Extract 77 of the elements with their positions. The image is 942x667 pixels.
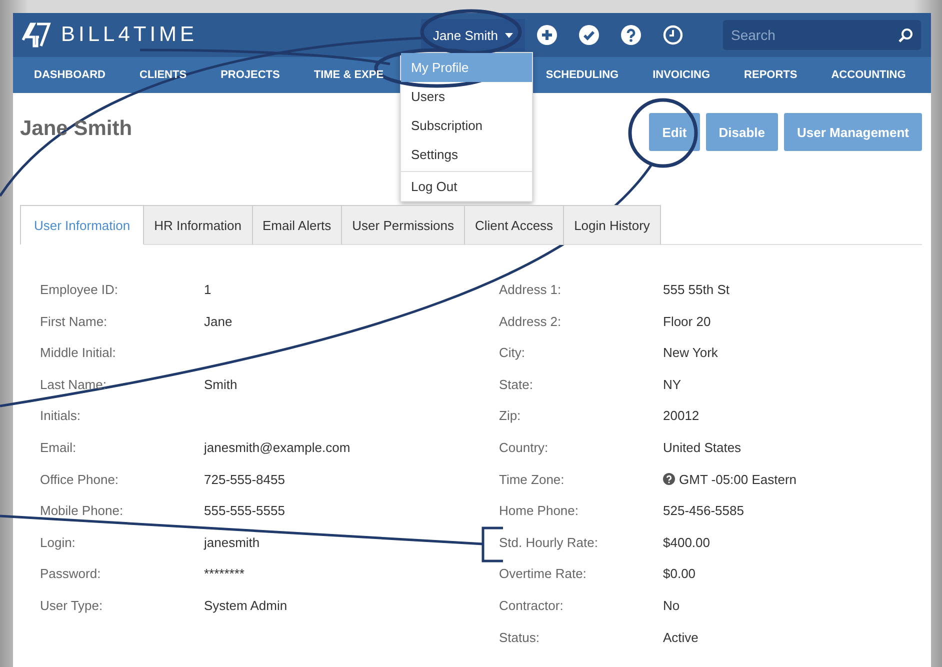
nav-link[interactable]: SCHEDULING	[546, 69, 619, 81]
field-label: Initials:	[40, 408, 80, 424]
field-label: Home Phone:	[499, 503, 578, 518]
field-label: Email:	[40, 440, 76, 455]
nav-link[interactable]: TIME & EXPE	[314, 69, 384, 81]
field-value: 555 55th St	[663, 282, 730, 297]
field-label: Time Zone:	[499, 472, 564, 487]
field-value: New York	[663, 345, 718, 360]
field-value: Jane	[204, 314, 232, 329]
search-icon	[898, 28, 913, 43]
tab[interactable]: User Permissions	[342, 205, 466, 245]
field-value: $0.00	[663, 566, 696, 582]
nav-link[interactable]: INVOICING	[652, 69, 710, 81]
action-button[interactable]: Disable	[706, 113, 778, 151]
field-value: GMT -05:00 Eastern	[679, 472, 797, 487]
action-button[interactable]: User Management	[784, 113, 922, 151]
field-label: Mobile Phone:	[40, 503, 124, 518]
tab[interactable]: Email Alerts	[252, 205, 342, 245]
menu-item[interactable]: Log Out	[401, 172, 532, 201]
field-value: janesmith	[204, 534, 260, 550]
field-label: Login:	[40, 534, 76, 550]
tab[interactable]: HR Information	[144, 205, 253, 245]
field-value: $400.00	[663, 534, 710, 550]
field-value: 1	[204, 282, 212, 297]
help-icon[interactable]	[663, 473, 675, 486]
nav-link[interactable]: DASHBOARD	[34, 69, 106, 81]
field-value: United States	[663, 440, 742, 455]
menu-item[interactable]: Settings	[401, 140, 532, 169]
menu-item[interactable]: Users	[401, 82, 532, 111]
field-label: State:	[499, 376, 533, 392]
plus-icon[interactable]	[537, 25, 557, 45]
field-value: 725-555-8455	[204, 472, 285, 487]
search-field[interactable]: Search	[723, 20, 921, 50]
field-value: Smith	[204, 376, 238, 392]
logo-icon	[21, 22, 51, 48]
tab[interactable]: Client Access	[465, 205, 564, 245]
help-icon[interactable]	[621, 25, 641, 45]
clock-icon[interactable]	[663, 25, 683, 45]
menu-item[interactable]: My Profile	[401, 53, 532, 82]
field-label: Middle Initial:	[40, 345, 116, 360]
nav-link[interactable]: REPORTS	[744, 69, 798, 81]
field-label: First Name:	[40, 314, 108, 329]
field-label: Office Phone:	[40, 472, 119, 487]
field-label: Contractor:	[499, 598, 564, 613]
tab[interactable]: Login History	[564, 205, 661, 245]
field-value: janesmith@example.com	[204, 440, 350, 455]
field-label: User Type:	[40, 598, 103, 613]
field-value: 555-555-5555	[204, 503, 285, 518]
field-label: Overtime Rate:	[499, 566, 586, 582]
field-value: 525-456-5585	[663, 503, 744, 518]
tab[interactable]: User Information	[20, 205, 144, 245]
checkmark-icon[interactable]	[579, 25, 599, 45]
field-value: No	[663, 598, 680, 613]
logo-text: BILL4TIME	[61, 23, 198, 47]
field-value: Active	[663, 630, 698, 645]
field-value: Floor 20	[663, 314, 711, 329]
field-label: Last Name:	[40, 376, 106, 392]
field-value: ********	[204, 566, 244, 582]
field-value: 20012	[663, 408, 700, 424]
nav-link[interactable]: CLIENTS	[140, 69, 187, 81]
field-value: System Admin	[204, 598, 288, 613]
page-title: Jane Smith	[20, 117, 132, 142]
action-button[interactable]: Edit	[649, 113, 700, 151]
menu-item[interactable]: Subscription	[401, 111, 532, 140]
field-label: City:	[499, 345, 525, 360]
nav-link[interactable]: ACCOUNTING	[831, 69, 906, 81]
field-value: NY	[663, 376, 682, 392]
field-label: Address 2:	[499, 314, 562, 329]
field-label: Employee ID:	[40, 282, 118, 297]
field-label: Std. Hourly Rate:	[499, 534, 598, 550]
field-label: Zip:	[499, 408, 521, 424]
field-label: Country:	[499, 440, 548, 455]
caret-icon	[505, 32, 513, 38]
field-label: Password:	[40, 566, 101, 582]
field-label: Status:	[499, 630, 540, 645]
nav-link[interactable]: PROJECTS	[220, 69, 280, 81]
field-label: Address 1:	[499, 282, 562, 297]
